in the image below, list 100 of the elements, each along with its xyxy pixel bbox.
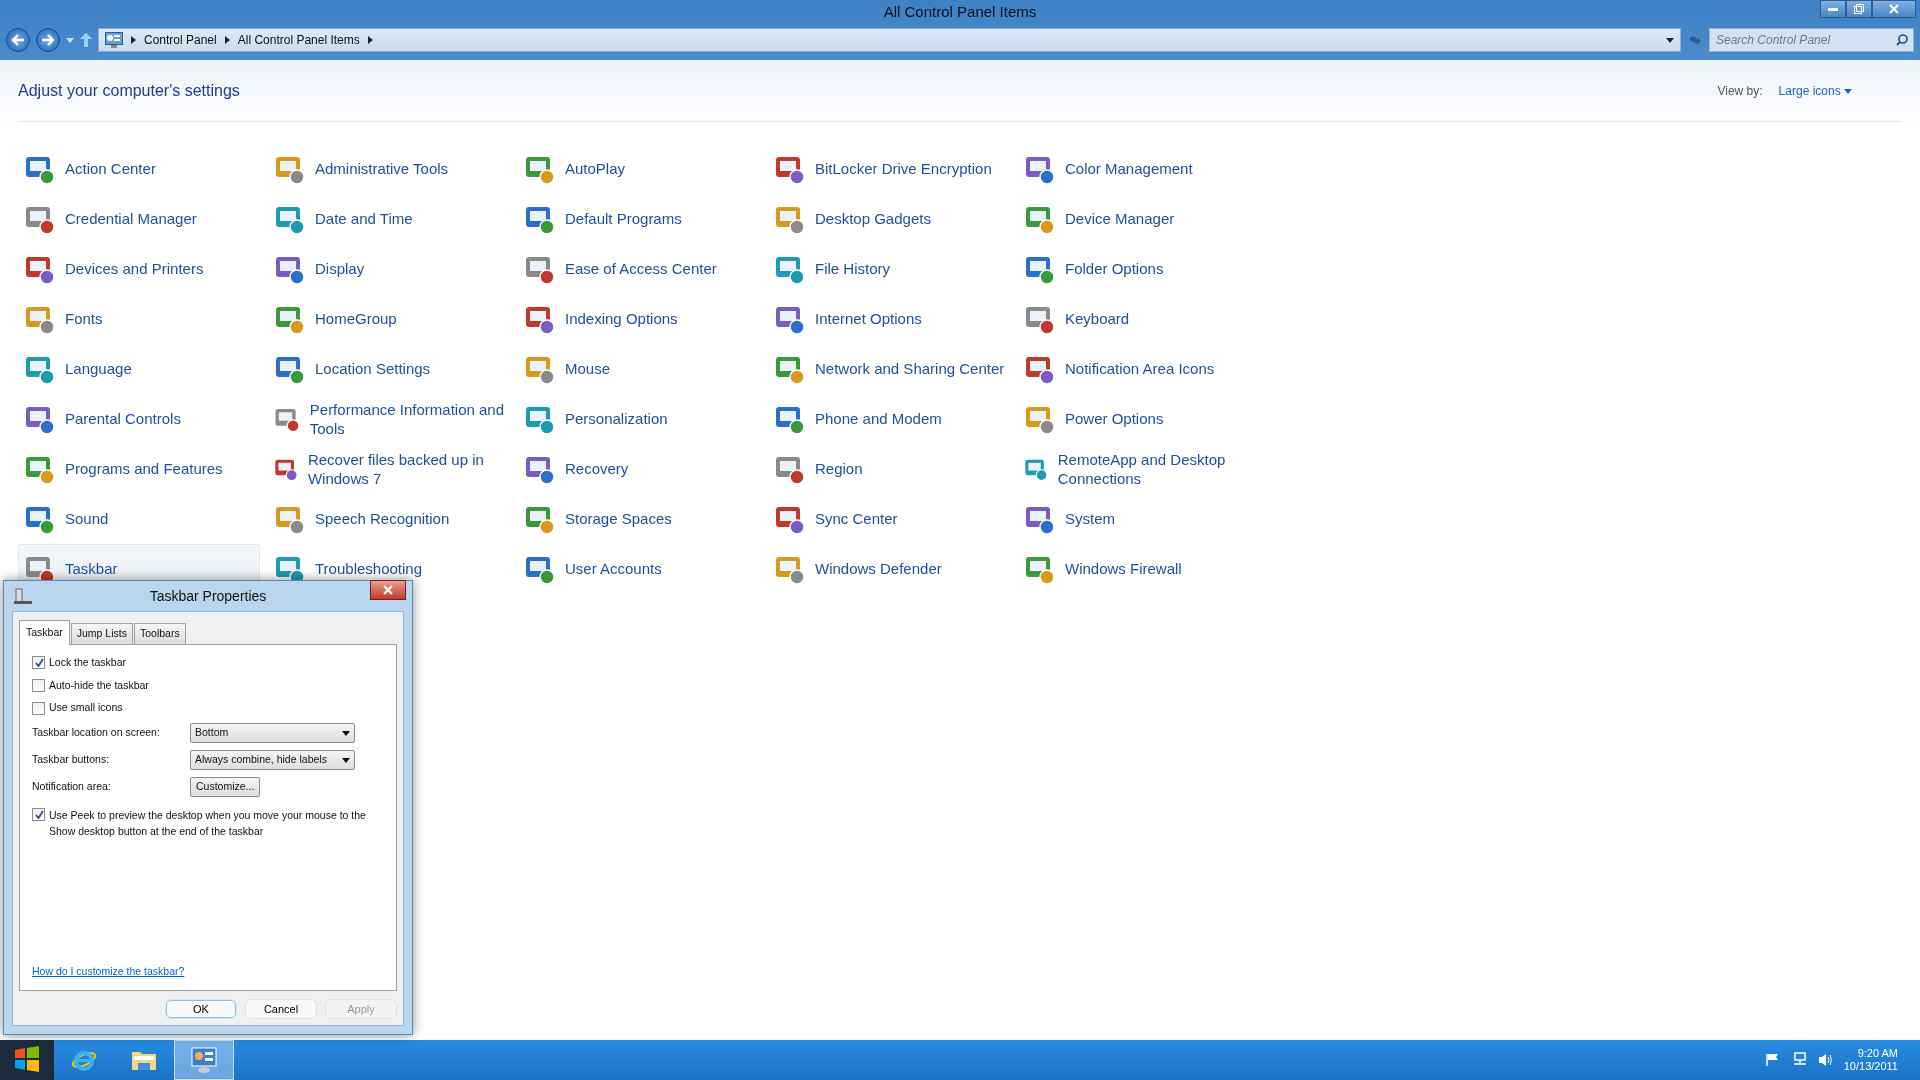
control-panel-item[interactable]: Action Center: [18, 144, 260, 194]
control-panel-item[interactable]: Sound: [18, 494, 260, 544]
breadcrumb[interactable]: Control Panel: [144, 31, 217, 49]
caret-icon: [342, 730, 350, 736]
breadcrumb[interactable]: All Control Panel Items: [237, 31, 360, 49]
control-panel-item[interactable]: Recovery: [518, 444, 760, 494]
control-panel-item[interactable]: Programs and Features: [18, 444, 260, 494]
search-field[interactable]: Search Control Panel: [1709, 28, 1914, 52]
dropdown[interactable]: Bottom: [190, 723, 355, 743]
control-panel-item[interactable]: Date and Time: [268, 194, 510, 244]
clock[interactable]: 9:20 AM 10/13/2011: [1843, 1046, 1898, 1074]
speaker-icon[interactable]: [1817, 1052, 1834, 1068]
tab[interactable]: Jump Lists: [70, 623, 133, 644]
restore-icon: [1854, 4, 1864, 14]
control-panel-item[interactable]: Color Management: [1018, 144, 1260, 194]
help-link[interactable]: How do I customize the taskbar?: [32, 964, 384, 980]
control-panel-item[interactable]: Region: [768, 444, 1010, 494]
control-panel-item[interactable]: RemoteApp and Desktop Connections: [1018, 444, 1260, 494]
forward-arrow-icon: [41, 34, 55, 46]
caret-icon: [342, 757, 350, 763]
taskbar-icon: [14, 588, 32, 604]
checkbox[interactable]: [32, 656, 45, 670]
control-panel-item[interactable]: Location Settings: [268, 344, 510, 394]
checkbox-label[interactable]: Lock the taskbar: [49, 654, 127, 671]
restore-button[interactable]: [1846, 0, 1872, 18]
checkbox[interactable]: [32, 701, 45, 715]
control-panel-item[interactable]: User Accounts: [518, 544, 760, 594]
dropdown[interactable]: Always combine, hide labels: [190, 750, 355, 770]
control-panel-item[interactable]: Speech Recognition: [268, 494, 510, 544]
chevron-icon: [367, 36, 373, 44]
control-panel-item[interactable]: Sync Center: [768, 494, 1010, 544]
control-panel-item[interactable]: Language: [18, 344, 260, 394]
close-button[interactable]: [370, 580, 406, 600]
control-panel-item[interactable]: System: [1018, 494, 1260, 544]
control-panel-item[interactable]: Network and Sharing Center: [768, 344, 1010, 394]
dropdown-icon[interactable]: [1666, 37, 1674, 43]
network-icon[interactable]: [1791, 1052, 1808, 1068]
control-panel-item[interactable]: Indexing Options: [518, 294, 760, 344]
control-panel-item[interactable]: Phone and Modem: [768, 394, 1010, 444]
customize-button[interactable]: Customize...: [190, 777, 261, 797]
window-title: All Control Panel Items: [883, 1, 1037, 22]
checkmark-icon: [33, 810, 44, 819]
close-icon: [383, 585, 393, 595]
control-panel-item[interactable]: AutoPlay: [518, 144, 760, 194]
setting-label: Taskbar location on screen:: [32, 725, 161, 741]
address-bar[interactable]: Control Panel All Control Panel Items: [98, 28, 1681, 52]
chevron-icon: [224, 36, 230, 44]
control-panel-item[interactable]: BitLocker Drive Encryption: [768, 144, 1010, 194]
control-panel-item[interactable]: Fonts: [18, 294, 260, 344]
control-panel-item[interactable]: Administrative Tools: [268, 144, 510, 194]
control-panel-item[interactable]: Default Programs: [518, 194, 760, 244]
checkbox[interactable]: [32, 678, 45, 692]
page-heading: Adjust your computer's settings: [18, 80, 240, 101]
control-panel-item[interactable]: Folder Options: [1018, 244, 1260, 294]
control-panel-item[interactable]: Keyboard: [1018, 294, 1260, 344]
control-panel-item[interactable]: Power Options: [1018, 394, 1260, 444]
control-panel-item[interactable]: Device Manager: [1018, 194, 1260, 244]
forward-button[interactable]: [36, 28, 60, 52]
caret-icon[interactable]: [66, 37, 74, 43]
start-button[interactable]: [0, 1040, 54, 1080]
checkbox-label[interactable]: Use Peek to preview the desktop when you move your mouse to the Show desktop button at the end of the taskbar: [49, 808, 384, 840]
control-panel-item[interactable]: File History: [768, 244, 1010, 294]
control-panel-item[interactable]: Devices and Printers: [18, 244, 260, 294]
back-arrow-icon: [11, 34, 25, 46]
control-panel-item[interactable]: Windows Defender: [768, 544, 1010, 594]
control-panel-item[interactable]: Ease of Access Center: [518, 244, 760, 294]
checkbox-label[interactable]: Auto-hide the taskbar: [49, 677, 149, 694]
control-panel-item[interactable]: Internet Options: [768, 294, 1010, 344]
close-button[interactable]: [1872, 0, 1916, 18]
control-panel-item[interactable]: Recover files backed up in Windows 7: [268, 444, 510, 494]
back-button[interactable]: [6, 28, 30, 52]
setting-label: Taskbar buttons:: [32, 752, 111, 768]
control-panel-item[interactable]: Credential Manager: [18, 194, 260, 244]
checkbox[interactable]: [32, 808, 45, 821]
view-by-label: View by:: [1717, 82, 1763, 100]
control-panel-item[interactable]: HomeGroup: [268, 294, 510, 344]
control-panel-item[interactable]: Storage Spaces: [518, 494, 760, 544]
control-panel-item[interactable]: Windows Firewall: [1018, 544, 1260, 594]
control-panel-item[interactable]: Parental Controls: [18, 394, 260, 444]
minimize-button[interactable]: [1820, 0, 1846, 18]
taskbar-button[interactable]: [174, 1040, 234, 1080]
dialog-button[interactable]: Cancel: [245, 999, 317, 1019]
control-panel-item[interactable]: Performance Information and Tools: [268, 394, 510, 444]
control-panel-icon: [190, 1046, 218, 1074]
control-panel-item[interactable]: Personalization: [518, 394, 760, 444]
tab[interactable]: Toolbars: [133, 623, 186, 644]
checkmark-icon: [33, 658, 44, 668]
dialog-button[interactable]: OK: [165, 999, 237, 1019]
search-icon: [1896, 34, 1908, 46]
control-panel-item[interactable]: Mouse: [518, 344, 760, 394]
control-panel-item[interactable]: Desktop Gadgets: [768, 194, 1010, 244]
control-panel-icon: [105, 32, 123, 48]
minimize-icon: [1828, 7, 1838, 11]
caret-icon: [1844, 88, 1852, 94]
view-by-dropdown[interactable]: Large icons: [1762, 81, 1852, 100]
tab[interactable]: Taskbar: [19, 620, 70, 645]
control-panel-item[interactable]: Display: [268, 244, 510, 294]
chevron-icon: [131, 36, 136, 44]
control-panel-item[interactable]: Notification Area Icons: [1018, 344, 1260, 394]
checkbox-label[interactable]: Use small icons: [49, 700, 123, 716]
